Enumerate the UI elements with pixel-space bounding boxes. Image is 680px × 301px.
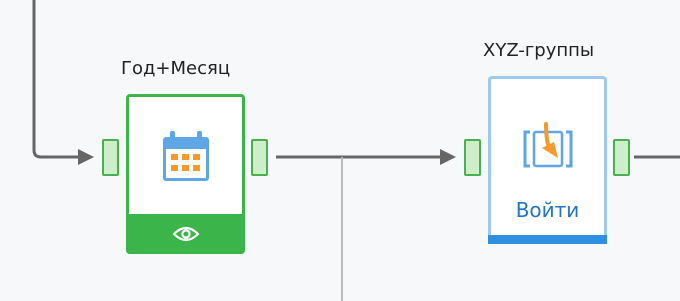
node-title-date: Год+Месяц — [121, 58, 231, 79]
node-date-footer — [126, 214, 245, 254]
calendar-icon — [153, 127, 219, 187]
input-port-date[interactable] — [102, 139, 119, 176]
wire-incoming[interactable] — [32, 0, 80, 159]
node-xyz-footer — [488, 235, 607, 244]
node-title-xyz: XYZ-группы — [483, 40, 595, 61]
arrow-head-incoming — [78, 149, 94, 165]
workflow-canvas[interactable]: Год+Месяц XYZ-группы Войти — [0, 0, 680, 301]
output-port-xyz[interactable] — [613, 139, 630, 176]
login-icon — [513, 119, 583, 179]
input-port-xyz[interactable] — [464, 139, 481, 176]
node-xyz[interactable]: Войти — [488, 76, 607, 244]
node-xyz-label: Войти — [515, 198, 580, 222]
output-port-date[interactable] — [251, 139, 268, 176]
eye-icon[interactable] — [172, 225, 199, 243]
arrow-head-xyz — [440, 149, 456, 165]
node-date[interactable] — [126, 94, 245, 254]
